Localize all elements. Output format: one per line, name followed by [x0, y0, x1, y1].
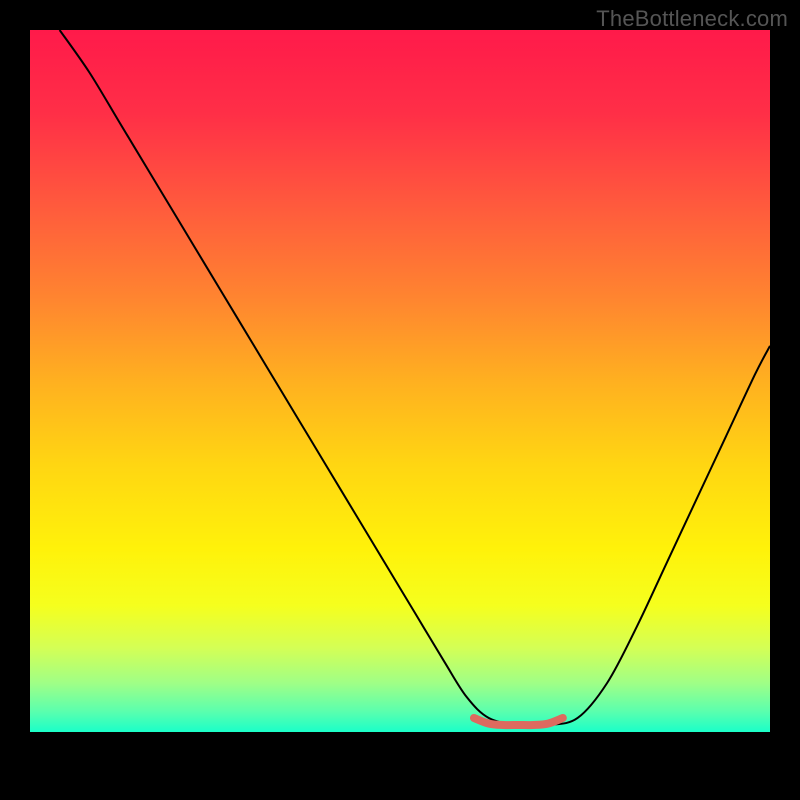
bottleneck-curve [60, 30, 770, 726]
bottom-black-band [30, 732, 770, 770]
optimal-range-marker [474, 718, 563, 725]
chart-frame [30, 30, 770, 770]
plot-area [30, 30, 770, 732]
chart-curves [30, 30, 770, 732]
watermark-text: TheBottleneck.com [596, 6, 788, 32]
